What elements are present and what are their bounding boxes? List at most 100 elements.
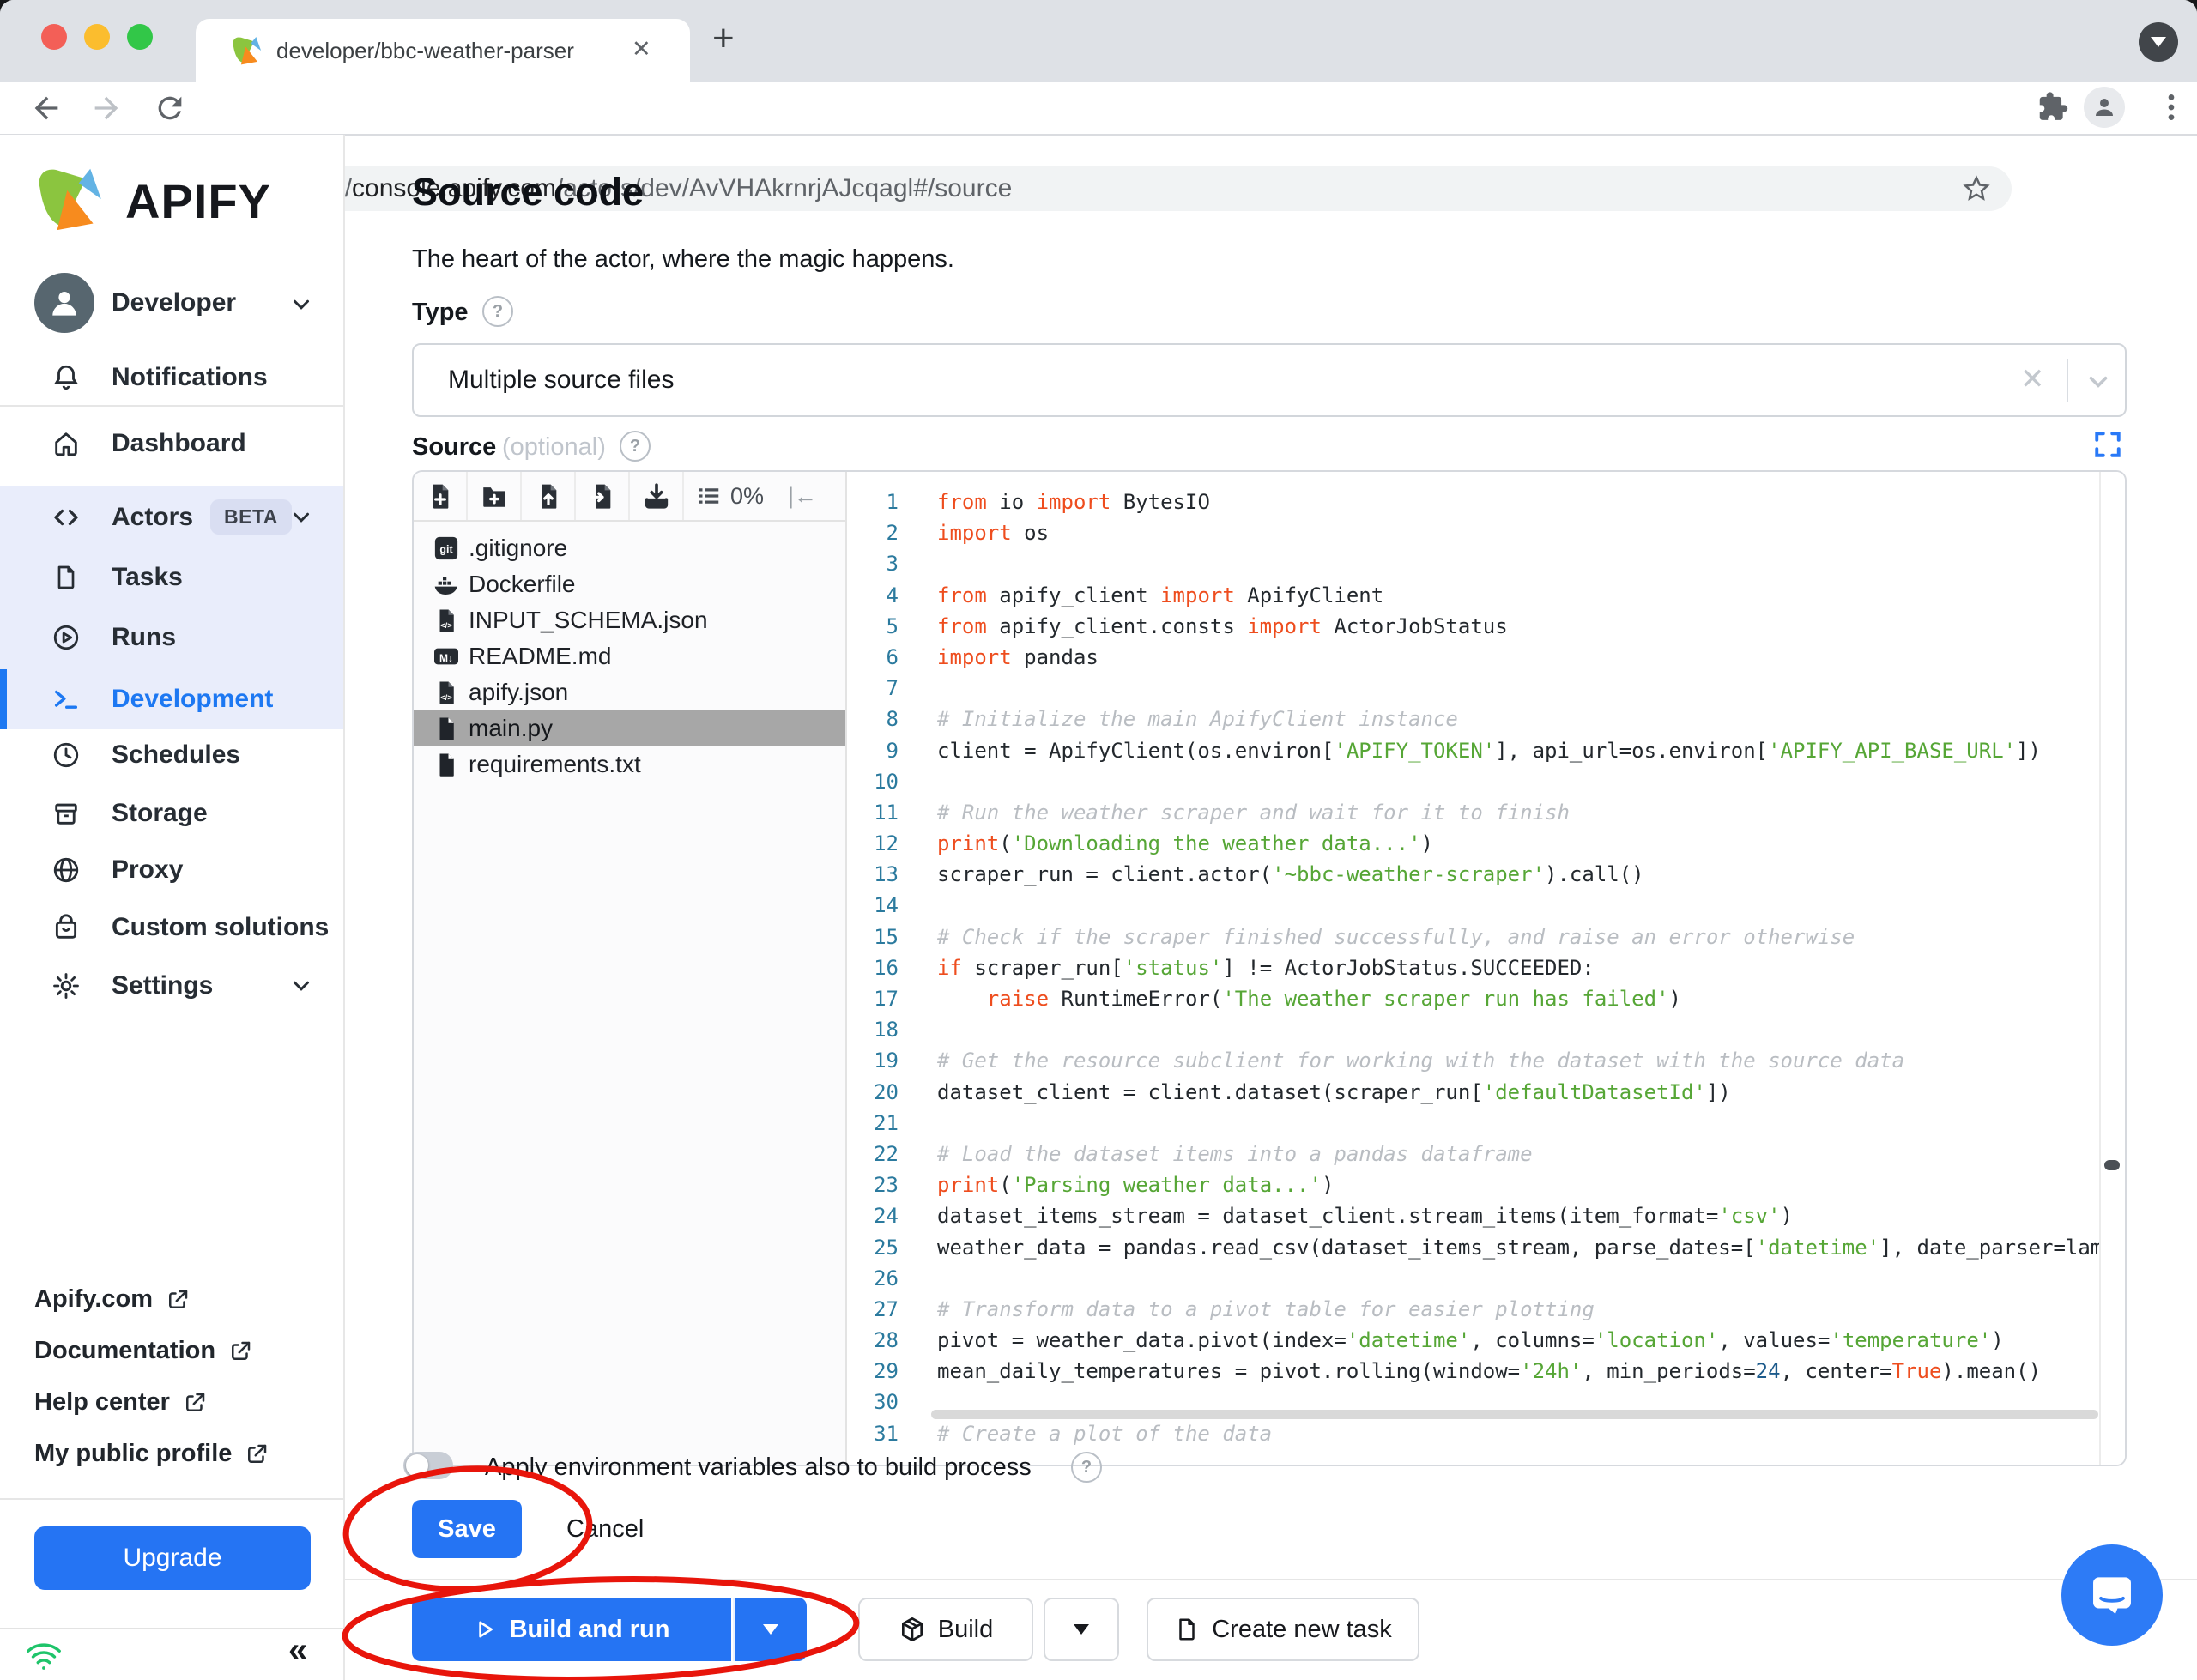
type-help-icon[interactable]: ? (482, 296, 513, 327)
forward-icon[interactable] (89, 91, 124, 125)
window-close-button[interactable] (41, 24, 67, 50)
code-line: 5from apify_client.consts import ActorJo… (845, 611, 2104, 642)
code-line: 10 (845, 766, 2104, 797)
upload-file-button[interactable] (522, 472, 576, 520)
code-line: 20dataset_client = client.dataset(scrape… (845, 1077, 2104, 1108)
sidebar-item-runs[interactable]: Runs (0, 607, 345, 668)
file-row-selected[interactable]: main.py (414, 710, 845, 746)
extensions-puzzle-icon[interactable] (2036, 90, 2068, 123)
sidebar-item-dashboard[interactable]: Dashboard (0, 414, 345, 474)
sidebar-item-custom-solutions[interactable]: Custom solutions (0, 897, 345, 958)
sidebar-link-documentation[interactable]: Documentation (34, 1337, 253, 1365)
sidebar-link-help-center[interactable]: Help center (34, 1388, 208, 1417)
save-button[interactable]: Save (412, 1500, 522, 1558)
code-editor[interactable]: 1from io import BytesIO2import os34from … (845, 472, 2104, 1463)
code-line: 1from io import BytesIO (845, 486, 2104, 517)
apify-logo-icon[interactable] (33, 163, 105, 235)
env-toggle-help-icon[interactable]: ? (1071, 1452, 1102, 1483)
sidebar-item-schedules[interactable]: Schedules (0, 725, 345, 785)
cancel-button[interactable]: Cancel (566, 1515, 644, 1544)
back-icon[interactable] (29, 91, 64, 125)
sidebar-divider (0, 1498, 343, 1500)
actors-chevron-down-icon (288, 505, 314, 530)
code-line: 27# Transform data to a pivot table for … (845, 1294, 2104, 1325)
sidebar-item-storage[interactable]: Storage (0, 783, 345, 843)
window-zoom-button[interactable] (127, 24, 153, 50)
import-file-button[interactable] (576, 472, 630, 520)
apify-wordmark[interactable]: APIFY (125, 173, 271, 229)
code-line: 18 (845, 1014, 2104, 1045)
new-folder-button[interactable] (468, 472, 522, 520)
type-select[interactable]: Multiple source files ✕ (412, 343, 2127, 417)
browser-toolbar: https://console.apify.com/actors/dev/AvV… (0, 82, 2197, 136)
tab-search-button[interactable] (2139, 22, 2178, 62)
sidebar-item-proxy[interactable]: Proxy (0, 840, 345, 900)
code-line: 31# Create a plot of the data (845, 1418, 2104, 1449)
code-line: 16if scraper_run['status'] != ActorJobSt… (845, 952, 2104, 983)
file-row[interactable]: git .gitignore (414, 530, 845, 566)
file-row[interactable]: </> INPUT_SCHEMA.json (414, 602, 845, 638)
storage-box-icon (50, 799, 82, 828)
env-variables-toggle[interactable] (403, 1452, 453, 1479)
chat-widget-button[interactable] (2061, 1544, 2163, 1646)
vertical-scrollbar-thumb[interactable] (2104, 1160, 2120, 1170)
file-row[interactable]: Dockerfile (414, 566, 845, 602)
sidebar-item-notifications[interactable]: Notifications (0, 347, 345, 408)
new-file-button[interactable] (414, 472, 468, 520)
sidebar-item-settings[interactable]: Settings (0, 956, 345, 1016)
source-optional-label: (optional) (502, 433, 606, 462)
code-line: 11# Run the weather scraper and wait for… (845, 797, 2104, 828)
horizontal-scrollbar[interactable] (931, 1410, 2098, 1419)
build-button[interactable]: Build (858, 1598, 1033, 1661)
terminal-icon (50, 685, 82, 714)
file-row[interactable]: requirements.txt (414, 746, 845, 783)
globe-icon (50, 855, 82, 885)
svg-text:M↓: M↓ (439, 652, 453, 664)
source-field-label: Source (412, 433, 496, 462)
code-line: 26 (845, 1263, 2104, 1294)
reload-icon[interactable] (153, 91, 187, 125)
new-tab-button[interactable]: + (712, 17, 735, 60)
collapse-panel-icon[interactable]: |← (788, 483, 817, 510)
build-dropdown-button[interactable] (1044, 1598, 1119, 1661)
vertical-scrollbar-track[interactable] (2099, 472, 2125, 1465)
source-help-icon[interactable]: ? (620, 431, 651, 462)
tab-close-icon[interactable]: ✕ (632, 36, 651, 63)
footer-divider (345, 1579, 2197, 1580)
code-line: 25weather_data = pandas.read_csv(dataset… (845, 1232, 2104, 1263)
sidebar-collapse-button[interactable]: « (288, 1631, 307, 1670)
code-line: 14 (845, 890, 2104, 921)
download-button[interactable] (630, 472, 684, 520)
browser-menu-kebab-icon[interactable] (2154, 88, 2188, 126)
sidebar-item-tasks[interactable]: Tasks (0, 547, 345, 607)
gear-icon (50, 971, 82, 1000)
code-line: 8# Initialize the main ApifyClient insta… (845, 704, 2104, 734)
file-stats-percent: 0% (730, 483, 764, 510)
window-minimize-button[interactable] (84, 24, 110, 50)
build-and-run-dropdown-button[interactable] (733, 1598, 807, 1661)
sidebar-divider (0, 405, 343, 407)
account-chevron-down-icon (288, 292, 314, 317)
wifi-status-icon (24, 1636, 64, 1676)
select-chevron-down-icon[interactable] (2084, 367, 2113, 396)
upgrade-button[interactable]: Upgrade (34, 1526, 311, 1590)
file-row[interactable]: M↓ README.md (414, 638, 845, 674)
clear-select-icon[interactable]: ✕ (2020, 362, 2045, 396)
chat-bubble-icon (2085, 1568, 2139, 1622)
sidebar-link-my-public-profile[interactable]: My public profile (34, 1440, 269, 1468)
sidebar-link-apify-com[interactable]: Apify.com (34, 1285, 191, 1314)
package-icon (899, 1616, 926, 1643)
fullscreen-expand-icon[interactable] (2092, 429, 2123, 460)
file-stats: 0% |← (684, 472, 845, 520)
browser-profile-avatar[interactable] (2084, 87, 2125, 128)
create-new-task-button[interactable]: Create new task (1147, 1598, 1419, 1661)
browser-tab[interactable]: developer/bbc-weather-parser ✕ (196, 19, 690, 82)
sidebar-item-actors[interactable]: Actors BETA (0, 487, 345, 547)
file-row[interactable]: </> apify.json (414, 674, 845, 710)
code-line: 9client = ApifyClient(os.environ['APIFY_… (845, 735, 2104, 766)
svg-text:</>: </> (440, 693, 452, 702)
account-switcher[interactable]: Developer (0, 273, 345, 335)
bookmark-star-icon[interactable] (1962, 174, 1991, 203)
sidebar-item-development[interactable]: Development (0, 669, 345, 729)
build-and-run-button[interactable]: Build and run (412, 1598, 731, 1661)
